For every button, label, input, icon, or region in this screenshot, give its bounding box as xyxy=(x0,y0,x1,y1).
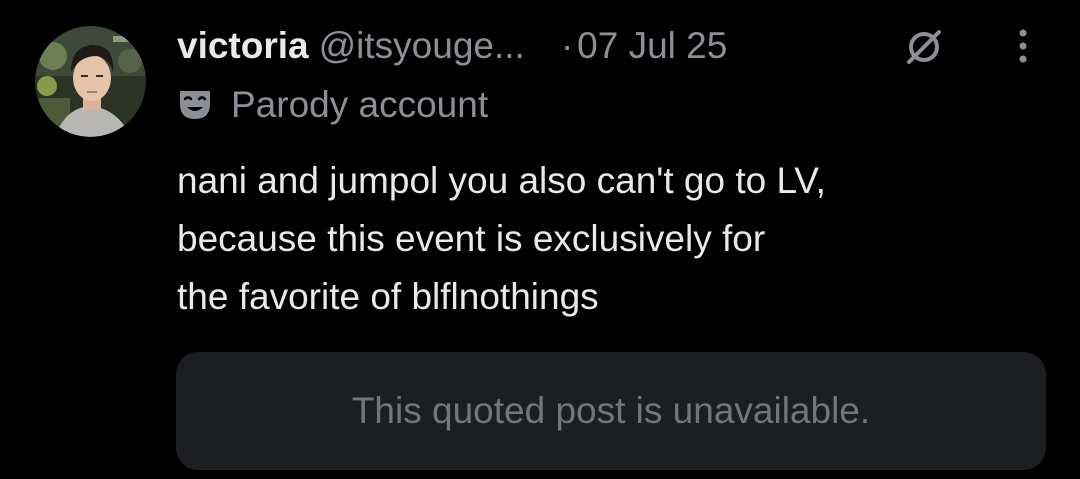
post-text: nani and jumpol you also can't go to LV,… xyxy=(177,152,1037,326)
account-label: Parody account xyxy=(177,78,488,132)
author-handle[interactable]: @itsyouge... xyxy=(319,25,525,67)
author-name[interactable]: victoria xyxy=(177,25,309,67)
more-options-icon[interactable] xyxy=(1003,26,1043,66)
post-date[interactable]: 07 Jul 25 xyxy=(577,25,727,67)
separator-dot: · xyxy=(560,25,574,66)
quoted-post-unavailable-text: This quoted post is unavailable. xyxy=(351,390,871,431)
post-header: victoria @itsyouge... · 07 Jul 25 xyxy=(177,18,727,74)
post-text-line: the favorite of blflnothings xyxy=(177,276,599,317)
parody-account-label: Parody account xyxy=(231,84,489,125)
no-reply-icon[interactable] xyxy=(901,26,947,66)
post-text-line: because this event is exclusively for xyxy=(177,218,766,259)
avatar-photo xyxy=(35,26,146,137)
avatar[interactable] xyxy=(35,26,146,137)
post[interactable]: victoria @itsyouge... · 07 Jul 25 Parody… xyxy=(0,0,1080,479)
post-text-line: nani and jumpol you also can't go to LV, xyxy=(177,160,826,201)
theater-mask-icon xyxy=(180,91,210,119)
quoted-post-card[interactable]: This quoted post is unavailable. xyxy=(176,352,1046,470)
